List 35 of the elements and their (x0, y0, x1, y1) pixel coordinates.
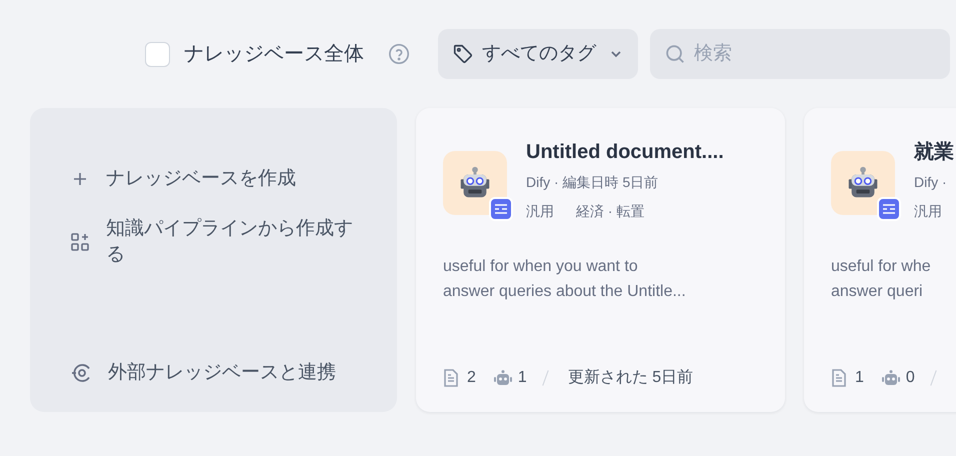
text-lines-icon (882, 203, 896, 215)
author-edited-info: Dify · 編集日時 5日前 (526, 173, 658, 192)
dataset-description: useful for when you want to answer queries about the Untitle... (443, 257, 686, 302)
document-count: 2 (467, 368, 476, 388)
dataset-title: 就業 (914, 140, 954, 165)
tag-filter-button[interactable]: すべてのタグ (438, 29, 638, 79)
app-count: 1 (518, 368, 527, 388)
grid-plus-icon (70, 232, 90, 252)
search-input[interactable]: 検索 (694, 40, 894, 68)
text-lines-icon (494, 203, 508, 215)
help-icon[interactable] (388, 43, 410, 65)
document-icon (831, 369, 847, 387)
knowledge-card[interactable]: 就業 Dify · 汎用 useful for whe answer queri 1 0 (804, 108, 956, 412)
robot-small-icon (494, 370, 512, 386)
search-icon (664, 43, 686, 65)
chunk-mode-label: 汎用 (526, 202, 554, 221)
connect-external-link[interactable]: 外部ナレッジベースと連携 (108, 360, 357, 386)
knowledge-card[interactable]: Untitled document.... Dify · 編集日時 5日前 汎用 経済 · 転置 useful for when you want to answer queries about the Untitle... 2 1 更新された 5日前 (416, 108, 785, 412)
create-option[interactable]: ナレッジベースを作成 (106, 166, 357, 192)
dataset-title: Untitled document.... (526, 140, 724, 165)
tag-icon (452, 43, 474, 65)
dataset-description: useful for whe answer queri (831, 257, 931, 302)
search-field[interactable]: 検索 (650, 29, 950, 79)
document-icon (443, 369, 459, 387)
document-count: 1 (855, 368, 864, 388)
chunk-mode-label: 汎用 (914, 202, 942, 221)
checkbox[interactable] (145, 42, 170, 66)
updated-time: 更新された 5日前 (568, 368, 694, 388)
author-edited-info: Dify · (914, 173, 947, 192)
all-knowledge-label: ナレッジベース全体 (184, 42, 364, 67)
index-method-label: 経済 · 転置 (576, 202, 644, 221)
link-ring-icon (70, 362, 92, 384)
app-count: 0 (906, 368, 915, 388)
robot-small-icon (882, 370, 900, 386)
create-option[interactable]: 知識パイプラインから作成する (106, 216, 357, 268)
